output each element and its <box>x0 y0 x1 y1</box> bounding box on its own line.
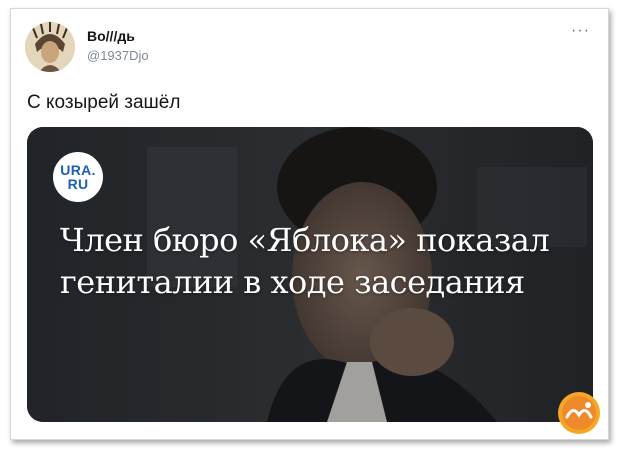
avatar-icon <box>25 22 75 72</box>
tweet-card-frame: Bo///дь @1937Djo ··· С козырей зашёл URA… <box>10 8 609 440</box>
ura-ru-logo: URA. RU <box>53 152 103 202</box>
author-handle[interactable]: @1937Djo <box>87 48 149 63</box>
link-preview-card[interactable]: URA. RU Член бюро «Яблока» показал генит… <box>27 127 593 422</box>
tweet-text: С козырей зашёл <box>27 92 181 113</box>
logo-line1: URA. <box>60 162 96 178</box>
author-name[interactable]: Bo///дь <box>87 28 135 44</box>
logo-line2: RU <box>67 176 89 192</box>
card-headline: Член бюро «Яблока» показал гениталии в х… <box>60 221 550 301</box>
watermark-logo-icon <box>558 392 600 434</box>
avatar[interactable] <box>25 22 75 72</box>
more-icon[interactable]: ··· <box>571 22 590 40</box>
